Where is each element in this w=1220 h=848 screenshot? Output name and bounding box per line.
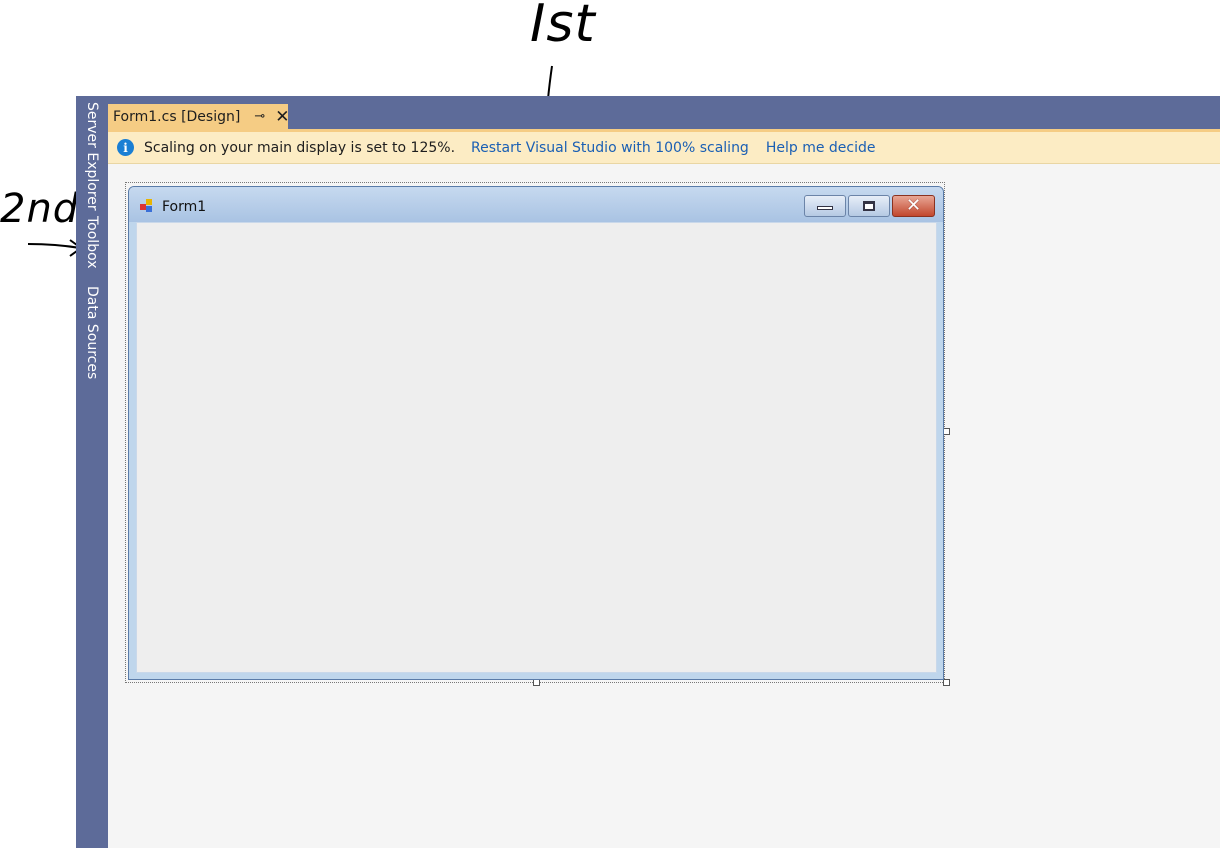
pin-icon[interactable]: ⊸ bbox=[254, 109, 265, 124]
info-icon: i bbox=[117, 139, 134, 156]
annotation-second-label: 2nd bbox=[0, 186, 80, 232]
infobar-message: Scaling on your main display is set to 1… bbox=[144, 139, 456, 156]
help-me-decide-link[interactable]: Help me decide bbox=[766, 140, 876, 156]
scaling-infobar: i Scaling on your main display is set to… bbox=[108, 132, 1220, 164]
side-tool-strip: Server Explorer Toolbox Data Sources bbox=[76, 96, 108, 848]
form-client-area[interactable] bbox=[136, 222, 937, 673]
side-tab-toolbox[interactable]: Toolbox bbox=[76, 216, 108, 276]
side-tab-data-sources[interactable]: Data Sources bbox=[76, 286, 108, 379]
close-icon[interactable]: ✕ bbox=[275, 108, 289, 125]
resize-handle-right[interactable] bbox=[943, 428, 950, 435]
minimize-button[interactable] bbox=[804, 195, 846, 217]
form1-window[interactable]: Form1 ✕ bbox=[128, 186, 944, 680]
tab-form1-design[interactable]: Form1.cs [Design] ⊸ ✕ bbox=[108, 104, 289, 129]
maximize-button[interactable] bbox=[848, 195, 890, 217]
resize-handle-bottom[interactable] bbox=[533, 679, 540, 686]
form-app-icon bbox=[140, 199, 156, 215]
restart-scaling-link[interactable]: Restart Visual Studio with 100% scaling bbox=[471, 140, 749, 156]
form-title: Form1 bbox=[162, 199, 207, 215]
resize-handle-corner[interactable] bbox=[943, 679, 950, 686]
document-tab-bar: Form1.cs [Design] ⊸ ✕ bbox=[108, 96, 1220, 129]
maximize-icon bbox=[863, 201, 875, 211]
tab-title: Form1.cs [Design] bbox=[113, 108, 241, 125]
close-icon: ✕ bbox=[905, 195, 922, 216]
side-tab-server-explorer[interactable]: Server Explorer bbox=[76, 102, 108, 211]
form-close-button[interactable]: ✕ bbox=[892, 195, 935, 217]
minimize-icon bbox=[817, 206, 833, 210]
form-titlebar[interactable]: Form1 ✕ bbox=[129, 187, 943, 222]
annotation-first-label: Ist bbox=[530, 0, 596, 54]
